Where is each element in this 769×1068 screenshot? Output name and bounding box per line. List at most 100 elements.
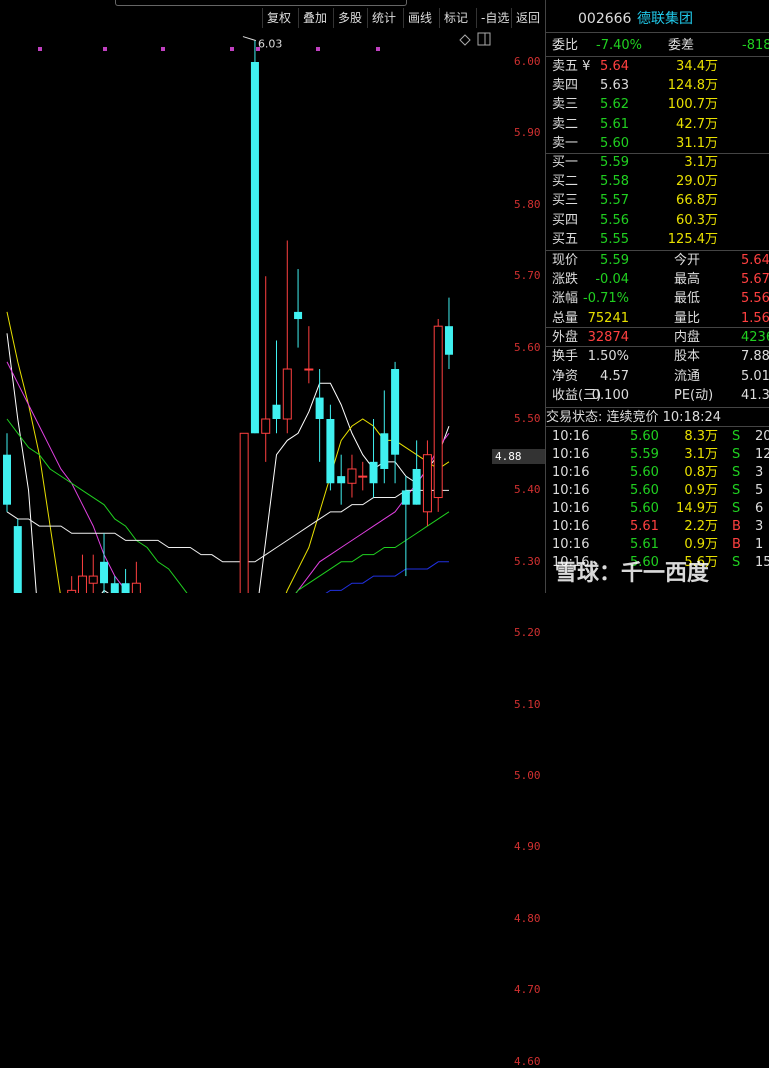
tick-volume: 14.9万 bbox=[676, 501, 718, 516]
candle-body bbox=[88, 575, 98, 584]
candle-body bbox=[121, 583, 130, 593]
level-label: 卖四 bbox=[552, 78, 579, 94]
y-tick-label: 5.80 bbox=[514, 197, 541, 211]
bids-row: 买三 5.57 66.8万 bbox=[546, 191, 769, 210]
level-price: 5.57 bbox=[600, 193, 629, 209]
candle-body bbox=[444, 326, 453, 355]
level-label: 卖五 ¥ bbox=[552, 59, 591, 74]
candle-body bbox=[110, 583, 119, 593]
tick-count: 1 bbox=[755, 537, 764, 552]
marker-dot bbox=[161, 47, 165, 51]
stats1-row: 现价 5.59 今开 5.64 bbox=[546, 251, 769, 270]
price-axis-cursor-label: 4.88 bbox=[492, 449, 545, 464]
tick-count: 12 bbox=[755, 447, 769, 462]
panel-toggle-icon bbox=[477, 32, 491, 46]
candle-body bbox=[100, 561, 109, 584]
tick-price: 5.60 bbox=[630, 501, 659, 516]
tick-price: 5.60 bbox=[630, 465, 659, 480]
level-price: 5.63 bbox=[600, 78, 629, 94]
toolbar-button-3[interactable]: 统计 bbox=[367, 8, 400, 28]
tick-count: 5 bbox=[755, 483, 764, 498]
level-volume: 3.1万 bbox=[684, 155, 718, 170]
toolbar-button-5[interactable]: 标记 bbox=[439, 8, 472, 28]
ma-line-4 bbox=[6, 489, 449, 563]
candle-body bbox=[337, 476, 346, 484]
tick-side: S bbox=[732, 483, 741, 498]
chart-toolbar: 复权 叠加 多股 统计 画线 标记 -自选 返回 bbox=[0, 8, 545, 28]
quote-panel: 002666 德联集团 委比 -7.40% 委差 -818 卖五 ¥5.64 34… bbox=[546, 0, 769, 593]
ma-line-5 bbox=[325, 561, 449, 593]
tick-side: B bbox=[732, 537, 741, 552]
tick-count: 15 bbox=[755, 555, 769, 570]
candle-body bbox=[347, 468, 357, 484]
marker-dot bbox=[316, 47, 320, 51]
stat-value: 5.59 bbox=[600, 253, 629, 268]
y-tick-label: 4.60 bbox=[514, 1054, 541, 1068]
candle-body bbox=[261, 418, 271, 434]
tick-volume: 8.3万 bbox=[684, 429, 718, 444]
toolbar-button-2[interactable]: 多股 bbox=[333, 8, 366, 28]
toolbar-button-4[interactable]: 画线 bbox=[403, 8, 436, 28]
outer-inner-row: 外盘 32874 内盘 42367 bbox=[546, 328, 769, 347]
tick-tbl-row: 10:16 5.60 0.8万 S 3 bbox=[546, 463, 769, 482]
stat-label: PE(动) bbox=[674, 388, 714, 403]
tick-volume: 0.9万 bbox=[684, 537, 718, 552]
stat-value: 1.56 bbox=[741, 310, 769, 326]
stat-value: 41.3 bbox=[741, 388, 769, 403]
bids-row: 买一 5.59 3.1万 bbox=[546, 153, 769, 172]
asks-row: 卖一 5.60 31.1万 bbox=[546, 134, 769, 153]
stat-value: 5.56 bbox=[741, 291, 769, 307]
asks-row: 卖四 5.63 124.8万 bbox=[546, 76, 769, 95]
candle-body bbox=[412, 468, 421, 505]
stat-label: 现价 bbox=[552, 253, 579, 268]
stat-label: 流通 bbox=[674, 368, 701, 384]
tick-price: 5.59 bbox=[630, 447, 659, 462]
toolbar-button-0[interactable]: 复权 bbox=[262, 8, 295, 28]
inner-label: 内盘 bbox=[674, 330, 701, 345]
tick-time: 10:16 bbox=[552, 519, 590, 534]
tick-tbl-row: 10:16 5.60 0.9万 S 5 bbox=[546, 481, 769, 500]
tick-side: B bbox=[732, 519, 741, 534]
tick-volume: 3.1万 bbox=[684, 447, 718, 462]
marker-dot bbox=[38, 47, 42, 51]
marker-dot bbox=[230, 47, 234, 51]
stat-label: 量比 bbox=[674, 310, 701, 326]
stat-label: 换手 bbox=[552, 349, 579, 364]
diamond-icon bbox=[459, 34, 471, 46]
level-volume: 66.8万 bbox=[676, 193, 718, 209]
level-volume: 42.7万 bbox=[676, 116, 718, 132]
outer-label: 外盘 bbox=[552, 330, 579, 345]
asks-row: 卖五 ¥ 5.64 34.4万 bbox=[546, 57, 769, 76]
level-volume: 60.3万 bbox=[676, 212, 718, 228]
stock-header: 002666 德联集团 bbox=[546, 10, 769, 29]
stats1-row: 涨幅 -0.71% 最低 5.56 bbox=[546, 289, 769, 308]
tick-time: 10:16 bbox=[552, 501, 590, 516]
level-label: 买一 bbox=[552, 155, 579, 170]
candle-body bbox=[433, 325, 443, 499]
stat-value: 7.88亿 bbox=[741, 349, 769, 364]
toolbar-button-1[interactable]: 叠加 bbox=[298, 8, 331, 28]
tick-time: 10:16 bbox=[552, 483, 590, 498]
candle-body bbox=[13, 526, 22, 593]
tick-count: 3 bbox=[755, 465, 764, 480]
candle-body bbox=[304, 368, 314, 371]
tick-tbl-row: 10:16 5.59 3.1万 S 12 bbox=[546, 445, 769, 464]
tick-count: 20 bbox=[755, 429, 769, 444]
toolbar-button-7[interactable]: 返回 bbox=[511, 8, 544, 28]
kline-chart[interactable]: 6.03 bbox=[0, 28, 492, 593]
y-tick-label: 5.50 bbox=[514, 412, 541, 425]
toolbar-button-6[interactable]: -自选 bbox=[476, 8, 513, 28]
y-tick-label: 4.70 bbox=[514, 983, 541, 997]
stats2-row: 收益(三) 0.100 PE(动) 41.3 bbox=[546, 386, 769, 405]
level-price: 5.58 bbox=[600, 174, 629, 190]
top-panel-tab bbox=[115, 0, 407, 6]
stat-value: 4.57 bbox=[600, 368, 629, 384]
stat-label: 股本 bbox=[674, 349, 701, 364]
y-tick-label: 5.90 bbox=[514, 126, 541, 140]
candle-body bbox=[401, 490, 410, 505]
high-annotation-label: 6.03 bbox=[258, 38, 283, 51]
stat-value: -0.04 bbox=[595, 272, 629, 288]
stat-label: 最低 bbox=[674, 291, 701, 307]
stat-value: 5.64 bbox=[741, 253, 769, 268]
candle-body bbox=[131, 582, 141, 593]
